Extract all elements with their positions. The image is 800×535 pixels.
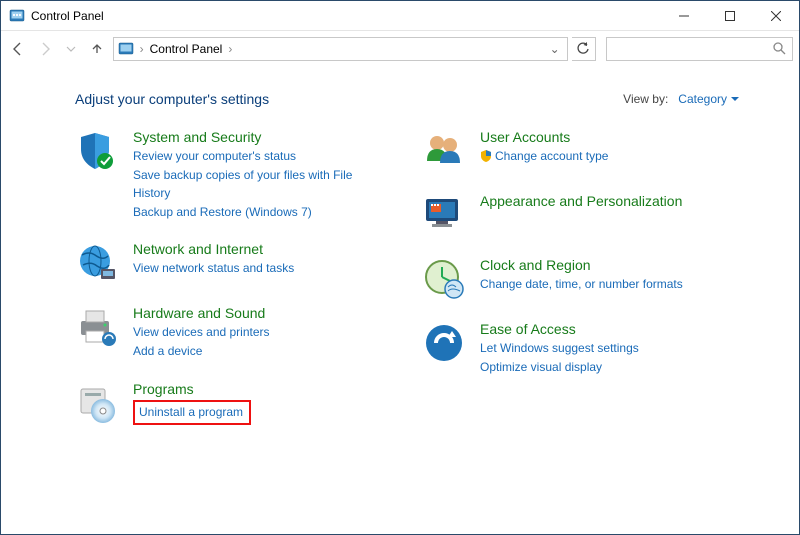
link-add-device[interactable]: Add a device (133, 342, 392, 361)
category-ease-of-access: Ease of Access Let Windows suggest setti… (422, 321, 739, 376)
chevron-right-icon[interactable]: › (140, 42, 144, 56)
minimize-button[interactable] (661, 1, 707, 31)
category-title[interactable]: Ease of Access (480, 321, 739, 337)
title-bar: Control Panel (1, 1, 799, 31)
shield-icon (75, 129, 119, 173)
category-hardware: Hardware and Sound View devices and prin… (75, 305, 392, 360)
back-button[interactable] (7, 37, 29, 61)
link-backup-restore[interactable]: Backup and Restore (Windows 7) (133, 203, 392, 222)
users-icon (422, 129, 466, 173)
link-label: Change account type (495, 149, 608, 163)
window-title: Control Panel (31, 9, 104, 23)
disc-icon (75, 381, 119, 425)
printer-icon (75, 305, 119, 349)
address-bar[interactable]: › Control Panel › ⌄ (113, 37, 568, 61)
view-by-dropdown[interactable]: Category (678, 92, 739, 106)
view-by-value: Category (678, 92, 727, 106)
refresh-button[interactable] (572, 37, 596, 61)
category-title[interactable]: Network and Internet (133, 241, 392, 257)
link-date-time-formats[interactable]: Change date, time, or number formats (480, 275, 739, 294)
up-button[interactable] (86, 37, 108, 61)
uac-shield-icon (480, 150, 492, 162)
search-icon (772, 41, 786, 58)
breadcrumb-label: Control Panel (150, 42, 223, 56)
right-column: User Accounts Change account type (422, 129, 739, 445)
link-file-history[interactable]: Save backup copies of your files with Fi… (133, 166, 392, 203)
category-title[interactable]: Hardware and Sound (133, 305, 392, 321)
chevron-down-icon[interactable]: ⌄ (547, 42, 563, 56)
nav-row: › Control Panel › ⌄ (1, 31, 799, 67)
category-clock-region: Clock and Region Change date, time, or n… (422, 257, 739, 301)
category-title[interactable]: Appearance and Personalization (480, 193, 739, 209)
category-user-accounts: User Accounts Change account type (422, 129, 739, 173)
control-panel-icon (9, 8, 25, 24)
breadcrumb[interactable]: Control Panel (150, 42, 223, 56)
link-suggest-settings[interactable]: Let Windows suggest settings (480, 339, 739, 358)
link-network-status[interactable]: View network status and tasks (133, 259, 392, 278)
link-uninstall-program[interactable]: Uninstall a program (139, 403, 243, 422)
view-by: View by: Category (623, 92, 739, 106)
ease-of-access-icon (422, 321, 466, 365)
chevron-down-icon (731, 95, 739, 103)
view-by-label: View by: (623, 92, 668, 106)
category-appearance: Appearance and Personalization (422, 193, 739, 237)
maximize-button[interactable] (707, 1, 753, 31)
link-review-status[interactable]: Review your computer's status (133, 147, 392, 166)
category-title[interactable]: Clock and Region (480, 257, 739, 273)
content-header: Adjust your computer's settings View by:… (75, 91, 739, 107)
window-controls (661, 1, 799, 31)
forward-button[interactable] (33, 37, 55, 61)
category-title[interactable]: User Accounts (480, 129, 739, 145)
control-panel-icon (118, 41, 134, 57)
link-change-account-type[interactable]: Change account type (480, 147, 739, 166)
link-devices-printers[interactable]: View devices and printers (133, 323, 392, 342)
category-title[interactable]: System and Security (133, 129, 392, 145)
content-area: Adjust your computer's settings View by:… (1, 67, 799, 455)
highlight-box: Uninstall a program (133, 400, 251, 426)
monitor-icon (422, 193, 466, 237)
recent-locations-button[interactable] (60, 37, 82, 61)
category-network: Network and Internet View network status… (75, 241, 392, 285)
category-title[interactable]: Programs (133, 381, 392, 397)
clock-icon (422, 257, 466, 301)
search-box[interactable] (606, 37, 793, 61)
close-button[interactable] (753, 1, 799, 31)
page-title: Adjust your computer's settings (75, 91, 269, 107)
search-input[interactable] (613, 41, 772, 57)
globe-icon (75, 241, 119, 285)
category-system-security: System and Security Review your computer… (75, 129, 392, 221)
category-programs: Programs Uninstall a program (75, 381, 392, 426)
chevron-right-icon[interactable]: › (228, 42, 232, 56)
link-optimize-display[interactable]: Optimize visual display (480, 358, 739, 377)
left-column: System and Security Review your computer… (75, 129, 392, 445)
